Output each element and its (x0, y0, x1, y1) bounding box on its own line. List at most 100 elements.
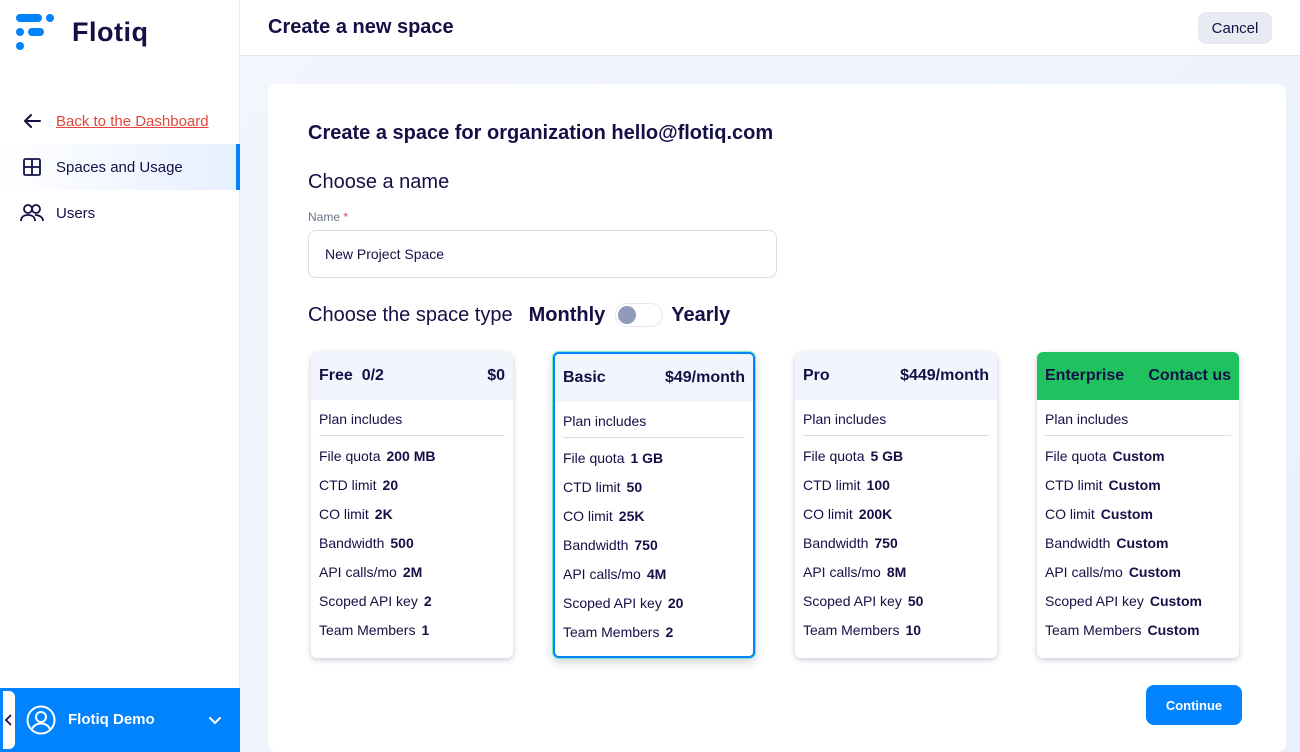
feature-label: API calls/mo (563, 566, 641, 582)
plan-cards: Free 0/2 $0 Plan includes File quota 200 … (311, 352, 1239, 658)
plan-price: Contact us (1148, 367, 1231, 384)
feature-value: 200 MB (386, 448, 436, 464)
feature-label: Team Members (563, 624, 660, 640)
feature-value: Custom (1100, 506, 1153, 522)
plan-feature: File quota 200 MB (319, 448, 505, 477)
feature-label: File quota (319, 448, 381, 464)
plan-feature: CO limit 200K (803, 506, 989, 535)
plan-header: Pro $449/month (795, 352, 997, 400)
toggle-knob (618, 306, 637, 324)
plan-card-basic[interactable]: Basic $49/month Plan includes File quota… (553, 352, 755, 658)
plan-feature: Bandwidth Custom (1045, 535, 1231, 564)
feature-value: 2 (665, 624, 674, 640)
sidebar-item-users[interactable]: Users (0, 190, 240, 236)
feature-value: 100 (866, 477, 890, 493)
feature-value: 1 GB (630, 450, 664, 466)
plan-feature: Scoped API key 2 (319, 593, 505, 622)
choose-type-heading: Choose the space type (308, 303, 513, 326)
user-name: Flotiq Demo (68, 711, 155, 728)
feature-value: 750 (874, 535, 898, 551)
plan-feature: Bandwidth 750 (803, 535, 989, 564)
billing-period-toggle[interactable] (615, 303, 664, 327)
feature-label: Scoped API key (1045, 593, 1144, 609)
organization-title: Create a space for organization hello@fl… (308, 122, 774, 144)
cancel-button[interactable]: Cancel (1198, 12, 1272, 44)
plan-feature: API calls/mo 2M (319, 564, 505, 593)
plan-feature: Scoped API key 20 (563, 595, 745, 624)
collapse-sidebar-button[interactable] (3, 691, 15, 749)
name-input[interactable] (308, 230, 777, 278)
yearly-label[interactable]: Yearly (671, 304, 730, 327)
feature-value: 10 (905, 622, 922, 638)
feature-label: File quota (563, 450, 625, 466)
feature-label: File quota (1045, 448, 1107, 464)
flotiq-logo[interactable]: Flotiq (16, 12, 148, 52)
plan-feature: File quota 5 GB (803, 448, 989, 477)
plan-feature: Team Members 1 (319, 622, 505, 651)
plan-card-enterprise[interactable]: Enterprise Contact us Plan includes File… (1037, 352, 1239, 658)
plan-feature: Bandwidth 750 (563, 537, 745, 566)
plan-feature: Team Members 10 (803, 622, 989, 651)
feature-label: CO limit (1045, 506, 1095, 522)
plan-feature: File quota Custom (1045, 448, 1231, 477)
plan-feature: CTD limit Custom (1045, 477, 1231, 506)
feature-value: 50 (907, 593, 924, 609)
plan-feature: Scoped API key Custom (1045, 593, 1231, 622)
plan-features: File quota 1 GB CTD limit 50 CO limit 25K B… (563, 450, 745, 653)
feature-label: Bandwidth (803, 535, 869, 551)
feature-label: Scoped API key (563, 595, 662, 611)
feature-value: 50 (626, 479, 643, 495)
chevron-down-icon[interactable] (207, 712, 223, 728)
feature-value: 200K (858, 506, 893, 522)
plan-card-pro[interactable]: Pro $449/month Plan includes File quota 5… (795, 352, 997, 658)
plan-includes-label: Plan includes (803, 411, 989, 436)
sidebar-nav: Back to the Dashboard Spaces and Usage U… (0, 98, 240, 236)
plan-includes-label: Plan includes (1045, 411, 1231, 436)
feature-value: 2 (423, 593, 432, 609)
user-menu[interactable]: Flotiq Demo (0, 688, 240, 752)
feature-value: Custom (1149, 593, 1202, 609)
flotiq-logo-icon (16, 14, 54, 50)
sidebar-item-spaces-and-usage[interactable]: Spaces and Usage (0, 144, 240, 190)
plan-feature: CO limit 2K (319, 506, 505, 535)
sidebar: Flotiq Back to the Dashboard Spaces and … (0, 0, 240, 752)
feature-value: 25K (618, 508, 645, 524)
feature-label: Team Members (319, 622, 416, 638)
feature-value: 2K (374, 506, 393, 522)
feature-label: API calls/mo (1045, 564, 1123, 580)
choose-name-heading: Choose a name (308, 171, 450, 193)
plan-name: Free 0/2 (319, 367, 384, 384)
continue-button[interactable]: Continue (1146, 685, 1242, 725)
feature-label: Team Members (803, 622, 900, 638)
feature-value: 20 (382, 477, 399, 493)
plan-header: Basic $49/month (555, 354, 753, 402)
feature-value: 750 (634, 537, 658, 553)
feature-label: CTD limit (803, 477, 861, 493)
plan-includes-label: Plan includes (319, 411, 505, 436)
feature-label: Team Members (1045, 622, 1142, 638)
space-type-row: Choose the space type Monthly Yearly (308, 300, 730, 330)
plan-features: File quota 200 MB CTD limit 20 CO limit 2K … (319, 448, 505, 651)
plan-feature: API calls/mo 8M (803, 564, 989, 593)
sidebar-item-label: Spaces and Usage (56, 158, 183, 176)
plan-feature: API calls/mo 4M (563, 566, 745, 595)
plan-header: Free 0/2 $0 (311, 352, 513, 400)
feature-value: Custom (1128, 564, 1181, 580)
feature-value: 4M (646, 566, 667, 582)
monthly-label[interactable]: Monthly (529, 304, 606, 327)
feature-value: Custom (1108, 477, 1161, 493)
feature-value: Custom (1147, 622, 1200, 638)
user-circle-icon (26, 705, 56, 735)
feature-value: 500 (390, 535, 414, 551)
feature-value: 20 (667, 595, 684, 611)
plan-feature: File quota 1 GB (563, 450, 745, 479)
plan-name: Basic (563, 369, 606, 386)
sidebar-item-back-to-dashboard[interactable]: Back to the Dashboard (0, 98, 240, 144)
plan-card-free[interactable]: Free 0/2 $0 Plan includes File quota 200 … (311, 352, 513, 658)
users-icon (20, 201, 44, 225)
page-header: Create a new space Cancel (240, 0, 1300, 56)
plan-feature: CO limit 25K (563, 508, 745, 537)
arrow-left-icon (20, 109, 44, 133)
name-label-text: Name (308, 210, 341, 224)
plan-feature: CTD limit 50 (563, 479, 745, 508)
